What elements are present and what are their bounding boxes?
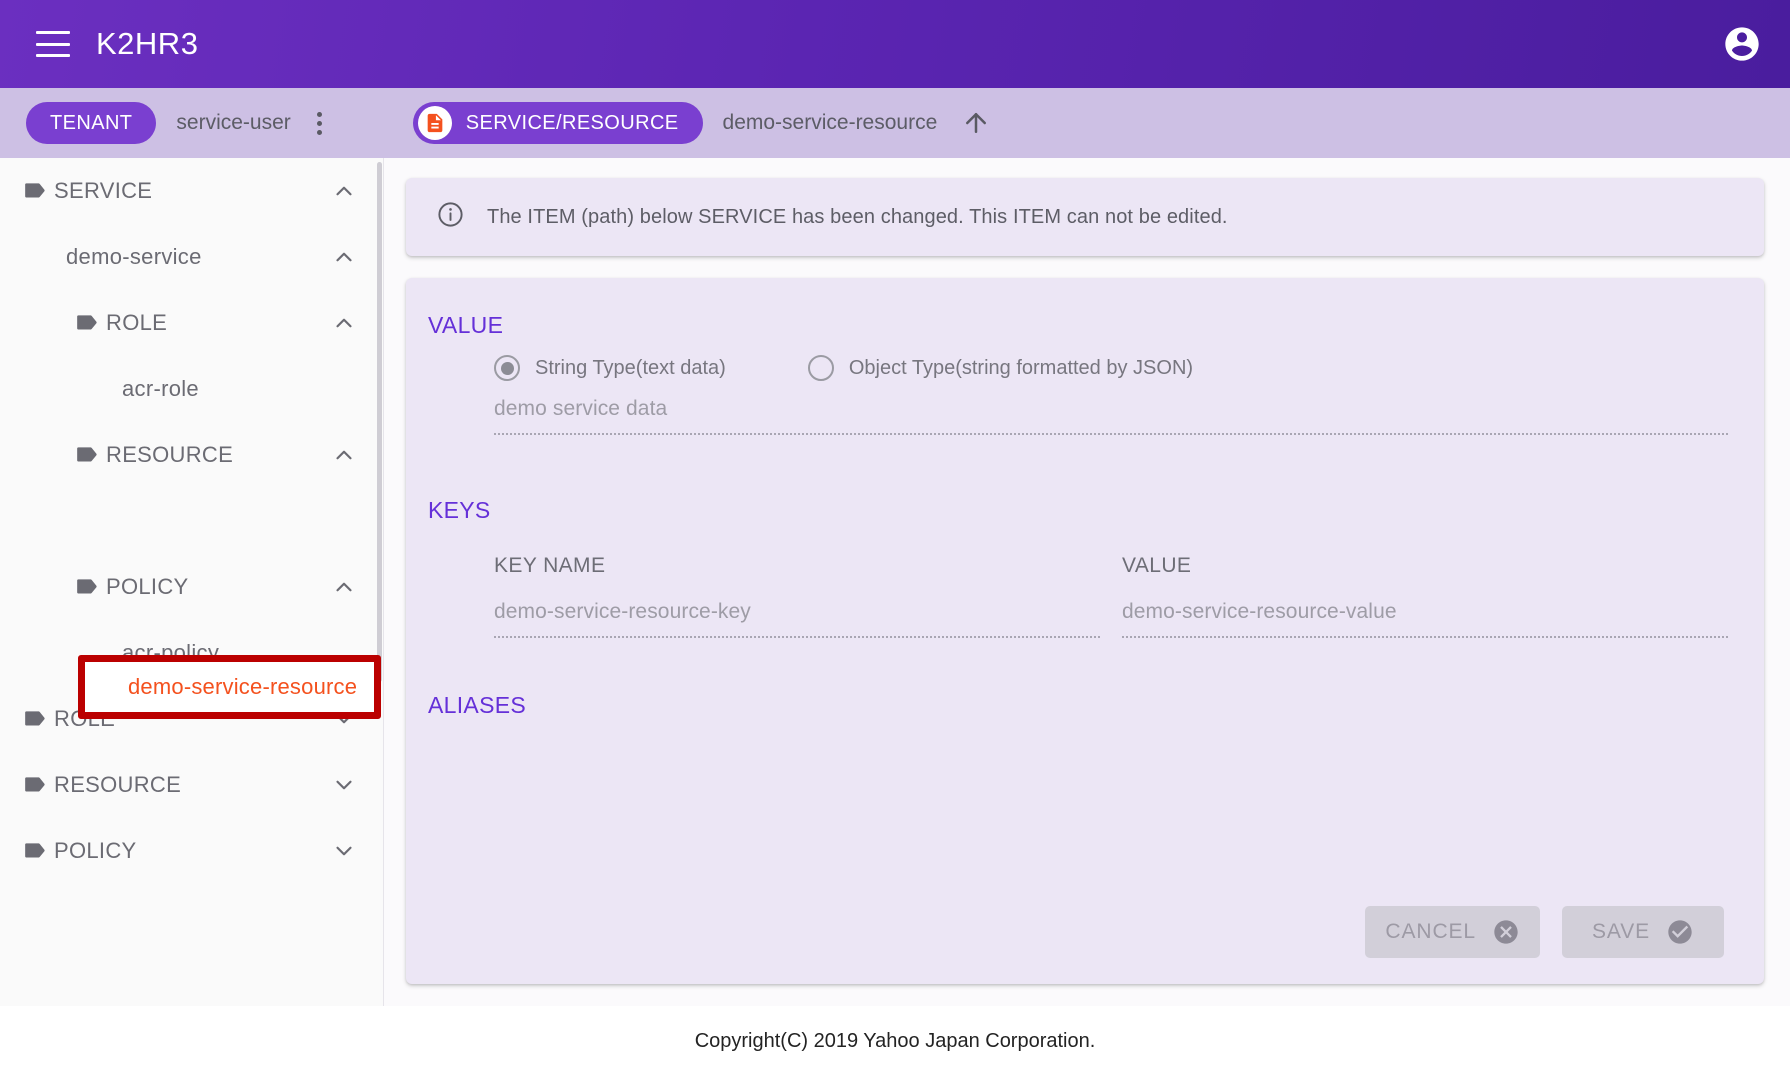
chevron-up-icon[interactable]: [331, 178, 357, 204]
sidebar-item-label: POLICY: [54, 838, 137, 863]
cancel-button[interactable]: CANCEL: [1365, 906, 1540, 958]
notice-banner: The ITEM (path) below SERVICE has been c…: [406, 178, 1764, 256]
radio-object-type[interactable]: Object Type(string formatted by JSON): [807, 355, 1194, 381]
tenant-chip[interactable]: TENANT: [26, 102, 157, 144]
more-vert-icon[interactable]: [305, 106, 335, 140]
key-value-header: VALUE: [1122, 554, 1192, 577]
chevron-down-icon[interactable]: [331, 838, 357, 864]
tenant-chip-label: TENANT: [50, 111, 133, 134]
key-name-cell: demo-service-resource-key: [494, 600, 1100, 638]
sidebar-item-list: SERVICE demo-service ROLE acr-role RESOURCE d…: [0, 158, 383, 884]
sidebar-scrollbar-thumb[interactable]: [377, 162, 382, 682]
sidebar-item-policy[interactable]: POLICY: [0, 554, 383, 620]
key-value-cell: demo-service-resource-value: [1122, 600, 1728, 638]
cancel-circle-icon: [1492, 918, 1520, 946]
tag-icon: [18, 706, 54, 732]
sidebar-item-role[interactable]: ROLE: [0, 290, 383, 356]
sidebar-item-acr-role[interactable]: acr-role: [0, 356, 383, 422]
key-name-column: KEY NAME: [494, 554, 1100, 600]
breadcrumb-bar: TENANT service-user SERVICE/RESOURCE dem…: [0, 88, 1790, 158]
key-name-input[interactable]: demo-service-resource-key: [494, 600, 1100, 638]
app-root: K2HR3 TENANT service-user SERVICE/RESOUR…: [0, 0, 1790, 1076]
tag-icon: [18, 772, 54, 798]
body-area: SERVICE demo-service ROLE acr-role RESOURCE d…: [0, 158, 1790, 1006]
sidebar-item-label: demo-service: [66, 244, 202, 269]
sidebar-item-label: SERVICE: [54, 178, 153, 203]
radio-string-type[interactable]: String Type(text data): [494, 355, 726, 381]
cancel-button-label: CANCEL: [1385, 920, 1476, 943]
sidebar-item-resource[interactable]: RESOURCE: [0, 752, 383, 818]
arrow-upward-icon[interactable]: [961, 108, 991, 138]
value-field: demo service data: [428, 397, 1728, 435]
info-outline-icon: [436, 200, 465, 234]
sidebar-item-service[interactable]: SERVICE: [0, 158, 383, 224]
save-button[interactable]: SAVE: [1562, 906, 1724, 958]
main-content: The ITEM (path) below SERVICE has been c…: [384, 158, 1790, 1006]
value-type-radio-group: String Type(text data) Object Type(strin…: [428, 355, 1728, 381]
form-spacer: [428, 735, 1728, 906]
chevron-up-icon[interactable]: [331, 574, 357, 600]
value-input[interactable]: demo service data: [494, 397, 1728, 435]
key-rows-container: demo-service-resource-key demo-service-re…: [494, 600, 1728, 638]
tenant-name: service-user: [176, 111, 291, 134]
form-action-buttons: CANCEL SAVE: [428, 906, 1728, 958]
keys-block: KEY NAME VALUE demo-service-resource-key…: [428, 554, 1728, 638]
sidebar-item-label: ROLE: [106, 310, 168, 335]
copyright-text: Copyright(C) 2019 Yahoo Japan Corporatio…: [694, 1029, 1096, 1052]
radio-object-type-label: Object Type(string formatted by JSON): [848, 356, 1194, 379]
notice-text: The ITEM (path) below SERVICE has been c…: [487, 205, 1228, 228]
app-title: K2HR3: [96, 26, 199, 61]
hamburger-menu-icon[interactable]: [36, 31, 70, 57]
key-name-header: KEY NAME: [494, 554, 606, 577]
sidebar-item-label: RESOURCE: [106, 442, 234, 467]
sidebar-item-demo-service[interactable]: demo-service: [0, 224, 383, 290]
chevron-up-icon[interactable]: [331, 244, 357, 270]
sidebar-tree: SERVICE demo-service ROLE acr-role RESOURCE d…: [0, 158, 384, 1006]
app-bar: K2HR3: [0, 0, 1790, 88]
sidebar-item-demo-service-resource-highlight[interactable]: demo-service-resource: [85, 662, 374, 712]
account-circle-icon[interactable]: [1722, 24, 1762, 64]
resource-name: demo-service-resource: [722, 111, 938, 134]
footer: Copyright(C) 2019 Yahoo Japan Corporatio…: [0, 1006, 1790, 1076]
annotation-highlight-box: demo-service-resource: [78, 655, 381, 719]
check-circle-icon: [1666, 918, 1694, 946]
tag-icon: [70, 442, 106, 468]
service-resource-chip-label: SERVICE/RESOURCE: [465, 111, 679, 134]
keys-section-title: KEYS: [428, 497, 491, 523]
chevron-up-icon[interactable]: [331, 310, 357, 336]
sidebar-item-label: RESOURCE: [54, 772, 182, 797]
document-icon: [417, 106, 452, 140]
sidebar-item-policy[interactable]: POLICY: [0, 818, 383, 884]
radio-object-type-indicator[interactable]: [807, 355, 834, 381]
chevron-down-icon[interactable]: [331, 772, 357, 798]
resource-form-card: VALUE String Type(text data) Object Type…: [406, 278, 1764, 984]
sidebar-scrollbar[interactable]: [377, 158, 383, 1006]
sidebar-item-resource[interactable]: RESOURCE: [0, 422, 383, 488]
key-row: demo-service-resource-key demo-service-re…: [494, 600, 1728, 638]
keys-header-row: KEY NAME VALUE: [494, 554, 1728, 600]
sidebar-item-label: acr-role: [122, 376, 199, 401]
save-button-label: SAVE: [1591, 920, 1651, 943]
chevron-up-icon[interactable]: [331, 442, 357, 468]
tag-icon: [18, 178, 54, 204]
tag-icon: [18, 838, 54, 864]
aliases-section-title: ALIASES: [428, 692, 526, 718]
value-section-title: VALUE: [428, 312, 504, 338]
tag-icon: [70, 310, 106, 336]
key-value-input[interactable]: demo-service-resource-value: [1122, 600, 1728, 638]
service-resource-chip[interactable]: SERVICE/RESOURCE: [412, 102, 703, 144]
radio-string-type-indicator[interactable]: [494, 355, 520, 381]
tag-icon: [70, 574, 106, 600]
key-value-column: VALUE: [1122, 554, 1728, 600]
sidebar-item-label: POLICY: [106, 574, 189, 599]
radio-string-type-label: String Type(text data): [535, 356, 726, 379]
